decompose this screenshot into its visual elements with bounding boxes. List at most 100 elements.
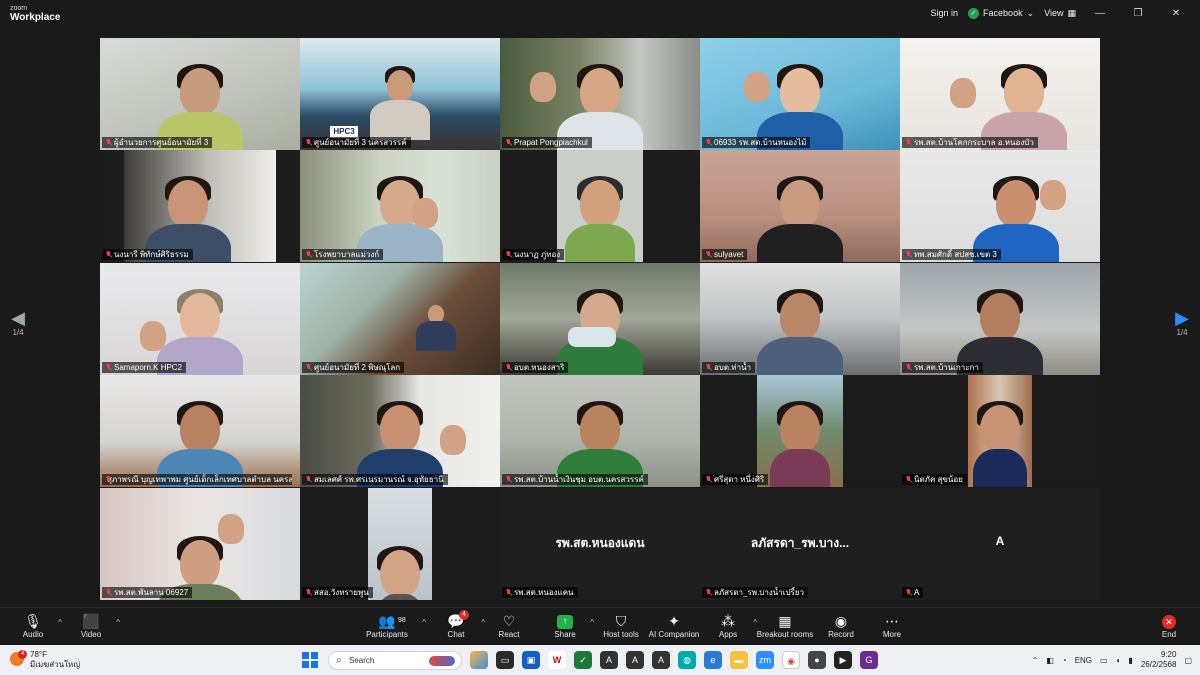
video-tile[interactable]: อบต.ท่าน้ำ bbox=[700, 263, 900, 375]
video-button[interactable]: ⬛ ^ Video bbox=[58, 612, 124, 639]
more-button[interactable]: ⋯ More bbox=[859, 612, 925, 639]
mic-muted-icon bbox=[505, 138, 512, 147]
mic-muted-icon bbox=[305, 475, 312, 484]
video-tile[interactable]: โรงพยาบาลแม่วงก์ bbox=[300, 150, 500, 262]
app-purple-icon[interactable]: G bbox=[860, 651, 878, 669]
video-tile[interactable]: 06933 รพ.สต.บ้านหนองไม้ bbox=[700, 38, 900, 150]
sign-in-button[interactable]: Sign in bbox=[931, 8, 959, 18]
minimize-button[interactable]: — bbox=[1086, 8, 1114, 19]
mic-muted-icon bbox=[505, 588, 512, 597]
breakout-rooms-label: Breakout rooms bbox=[756, 630, 814, 639]
notifications-icon[interactable]: ▢ bbox=[1184, 656, 1192, 665]
mic-muted-icon bbox=[305, 588, 312, 597]
wps-app-icon[interactable]: W bbox=[548, 651, 566, 669]
participants-button[interactable]: 👥 98 ^ Participants bbox=[354, 612, 426, 639]
video-tile-active-speaker[interactable]: HPC3 ศูนย์อนามัยที่ 3 นครสวรรค์ bbox=[300, 38, 500, 150]
media-player-icon[interactable]: ▶ bbox=[834, 651, 852, 669]
participant-name-label: รพ.สต.บ้านเกาะกา bbox=[902, 362, 983, 373]
store-app-icon[interactable]: ▣ bbox=[522, 651, 540, 669]
chrome-browser-icon[interactable]: ◉ bbox=[782, 651, 800, 669]
video-tile[interactable]: นงนาฏ ภู่ทอง bbox=[500, 150, 700, 262]
mic-muted-icon bbox=[905, 363, 912, 372]
weather-badge: 4 bbox=[18, 650, 27, 659]
close-window-button[interactable]: ✕ bbox=[1162, 8, 1190, 19]
app-a-icon-1[interactable]: A bbox=[600, 651, 618, 669]
participant-name-label: Samaporn.K HPC2 bbox=[102, 362, 187, 373]
battery-icon[interactable]: ▮ bbox=[1128, 656, 1132, 665]
video-tile[interactable]: ผู้อำนวยการศูนย์อนามัยที่ 3 bbox=[100, 38, 300, 150]
clock-date: 26/2/2568 bbox=[1140, 660, 1177, 669]
video-tile[interactable]: นงนารี พิทักษ์ศิริธรรม bbox=[100, 150, 300, 262]
chevron-down-icon: ⌄ bbox=[1026, 7, 1035, 18]
encryption-menu[interactable]: ✓ Facebook ⌄ bbox=[968, 7, 1035, 19]
mic-muted-icon bbox=[305, 250, 312, 259]
video-tile-camera-off[interactable]: ลภัสรดา_รพ.บาง... ลภัสรดา_รพ.บางน้ำเปรี้… bbox=[700, 488, 900, 600]
video-tile[interactable]: Samaporn.K HPC2 bbox=[100, 263, 300, 375]
weather-widget[interactable]: 4 78°F มีเมฆส่วนใหญ่ bbox=[10, 650, 80, 670]
microphone-icon: 🎙 ^ bbox=[0, 612, 66, 630]
participant-name-label: ผู้อำนวยการศูนย์อนามัยที่ 3 bbox=[102, 137, 213, 148]
task-view-icon[interactable]: ▭ bbox=[496, 651, 514, 669]
video-tile[interactable]: รพ.สต.บ้านน้ำเงินชุม อบต.นครสวรรค์ bbox=[500, 375, 700, 487]
mic-muted-icon bbox=[705, 475, 712, 484]
app-a-icon-3[interactable]: A bbox=[652, 651, 670, 669]
video-tile[interactable]: ศูนย์อนามัยที่ 2 พิษณุโลก bbox=[300, 263, 500, 375]
participant-name-label: สมเลศศ์ รพ.ศรเนรมานรณ์ จ.อุทัยธานี bbox=[302, 474, 448, 485]
chevron-up-icon[interactable]: ⌃ bbox=[1032, 656, 1039, 665]
video-tile[interactable]: สมเลศศ์ รพ.ศรเนรมานรณ์ จ.อุทัยธานี bbox=[300, 375, 500, 487]
participant-name-label: รพ.สต.บ้านน้ำเงินชุม อบต.นครสวรรค์ bbox=[502, 474, 648, 485]
video-options-caret[interactable]: ^ bbox=[116, 614, 120, 632]
video-tile[interactable]: ศรีสุดา หนึ่งศิริ bbox=[700, 375, 900, 487]
participant-name-label: นงนารี พิทักษ์ศิริธรรม bbox=[102, 249, 193, 260]
app-a-icon-2[interactable]: A bbox=[626, 651, 644, 669]
video-tile[interactable]: สสอ.วังทรายพูน bbox=[300, 488, 500, 600]
next-page-button[interactable]: ▶ 1/4 bbox=[1167, 308, 1197, 337]
video-tile[interactable]: รพ.สต.บ้านโคกกระบาล อ.หนองบัว bbox=[900, 38, 1100, 150]
video-tile-camera-off[interactable]: รพ.สต.หนองแดน รพ.สต.หนองแคน bbox=[500, 488, 700, 600]
end-meeting-button[interactable]: ✕ End bbox=[1136, 612, 1200, 639]
tray-zoom-icon[interactable]: ◔ bbox=[1062, 656, 1067, 665]
app-globe-icon[interactable]: ◍ bbox=[678, 651, 696, 669]
video-tile-camera-off[interactable]: A A bbox=[900, 488, 1100, 600]
language-indicator[interactable]: ENG bbox=[1075, 656, 1092, 665]
video-tile[interactable]: ทพ.สมศักดิ์ สปสช.เขต 3 bbox=[900, 150, 1100, 262]
video-tile[interactable]: Prapat Pongpiachkul bbox=[500, 38, 700, 150]
page-indicator-right: 1/4 bbox=[1176, 328, 1188, 337]
ok-hand-gesture bbox=[218, 514, 244, 544]
participant-name-label: ศูนย์อนามัยที่ 3 นครสวรรค์ bbox=[302, 137, 411, 148]
video-tile[interactable]: นิตภัค สุขน้อย bbox=[900, 375, 1100, 487]
apps-label: Apps bbox=[718, 630, 738, 639]
audio-button[interactable]: 🎙 ^ Audio bbox=[0, 612, 66, 639]
zoom-app-icon[interactable]: zm bbox=[756, 651, 774, 669]
share-label: Share bbox=[554, 630, 576, 639]
clock[interactable]: 9:20 26/2/2568 bbox=[1141, 650, 1177, 670]
page-indicator-left: 1/4 bbox=[12, 328, 24, 337]
react-label: React bbox=[498, 630, 520, 639]
video-tile[interactable]: อบต.หนองสาริ bbox=[500, 263, 700, 375]
participant-name-label: อบต.หนองสาริ bbox=[502, 362, 569, 373]
participant-name-label: ศรีสุดา หนึ่งศิริ bbox=[702, 474, 769, 485]
previous-page-button[interactable]: ◀ 1/4 bbox=[3, 308, 33, 337]
volume-icon[interactable]: ◖ bbox=[1116, 656, 1121, 665]
line-app-icon[interactable]: ✓ bbox=[574, 651, 592, 669]
edge-browser-icon[interactable]: e bbox=[704, 651, 722, 669]
participant-name-label: 06933 รพ.สต.บ้านหนองไม้ bbox=[702, 137, 811, 148]
grid-icon: ▦ bbox=[1067, 7, 1076, 18]
windows-start-icon[interactable] bbox=[302, 652, 318, 668]
monitor-icon[interactable]: ▭ bbox=[1100, 656, 1108, 665]
taskbar-search-box[interactable]: Search bbox=[328, 651, 462, 670]
video-tile[interactable]: สุภาพรณี บุญเทพาพม ศูนย์เด็กเล็กเทศบาลตำ… bbox=[100, 375, 300, 487]
mic-muted-icon bbox=[705, 138, 712, 147]
view-button[interactable]: View ▦ bbox=[1044, 8, 1076, 19]
file-explorer-icon[interactable]: ▬ bbox=[730, 651, 748, 669]
maximize-button[interactable]: ❐ bbox=[1124, 8, 1152, 19]
video-tile[interactable]: sulyavet bbox=[700, 150, 900, 262]
ok-hand-gesture bbox=[412, 198, 438, 228]
app-media-icon[interactable]: ● bbox=[808, 651, 826, 669]
tray-app-icon[interactable]: ◧ bbox=[1046, 656, 1054, 665]
widgets-app-icon[interactable] bbox=[470, 651, 488, 669]
video-tile[interactable]: รพ.สต.บ้านเกาะกา bbox=[900, 263, 1100, 375]
mic-muted-icon bbox=[705, 250, 712, 259]
video-tile[interactable]: รพ.สต.พันลาน 06927 bbox=[100, 488, 300, 600]
participant-video bbox=[557, 150, 643, 262]
